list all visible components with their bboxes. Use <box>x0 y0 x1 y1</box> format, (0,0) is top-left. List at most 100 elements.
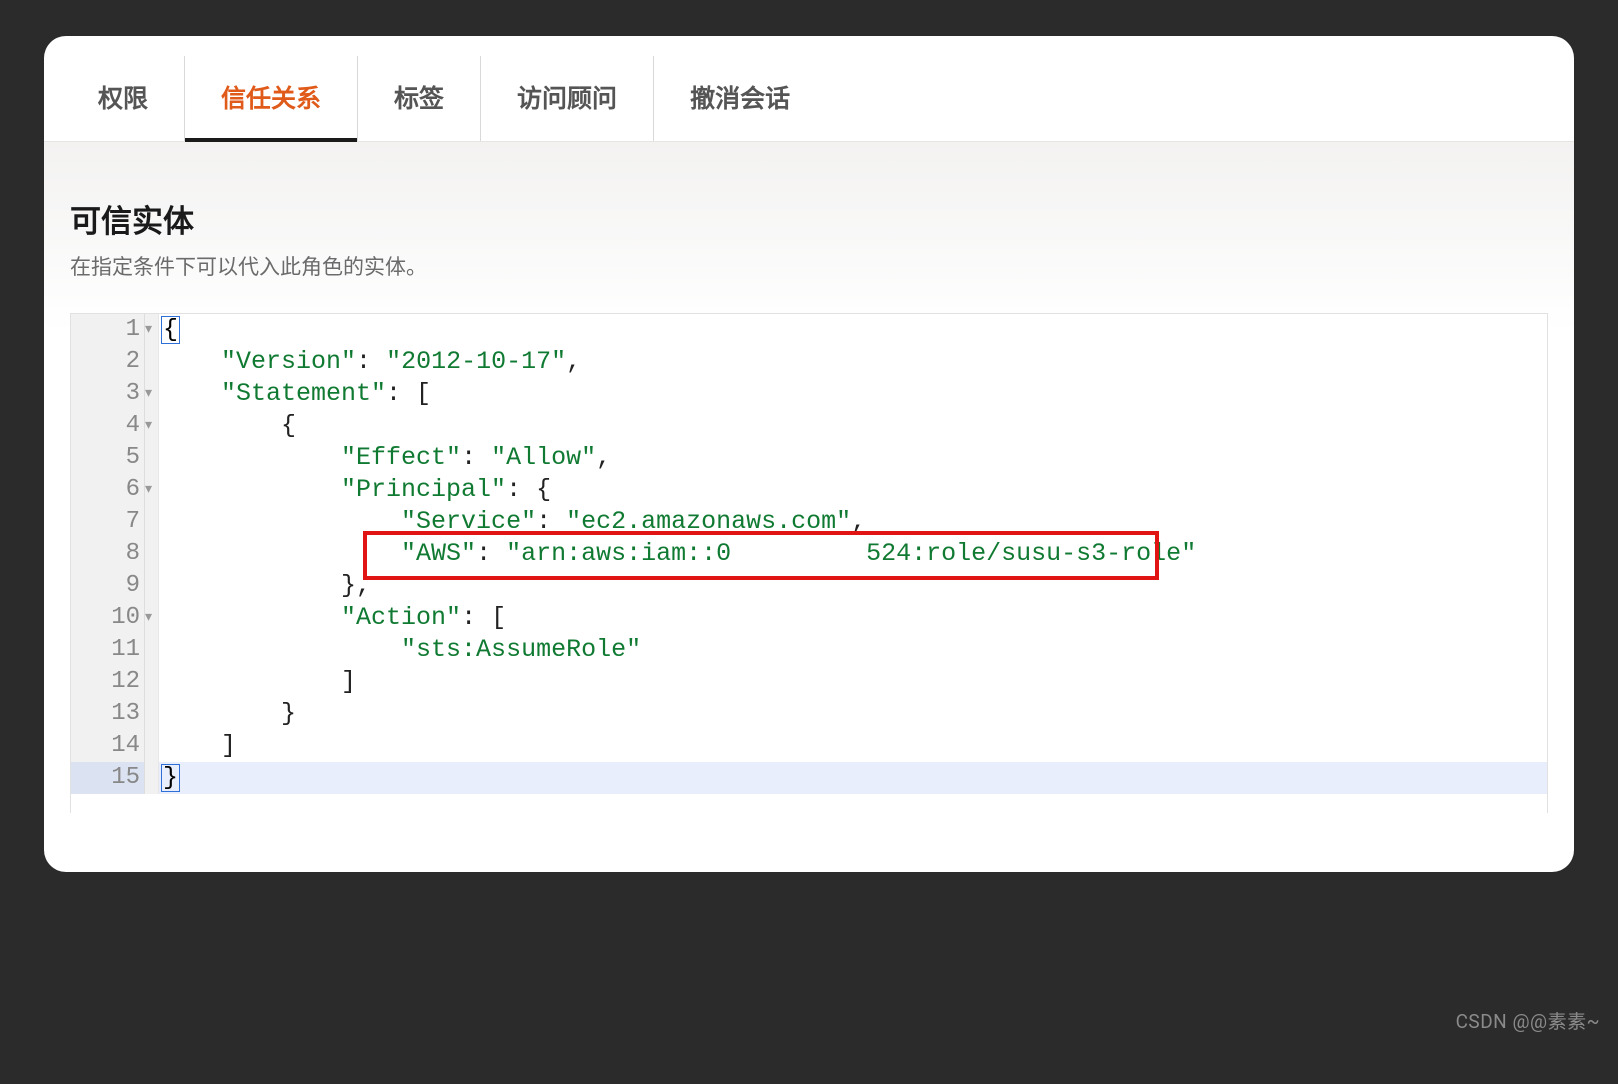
fold-toggle-icon[interactable]: ▾ <box>145 410 159 442</box>
json-punct: : <box>356 347 386 376</box>
line-number: 15 <box>71 762 145 794</box>
json-punct: ] <box>341 667 356 696</box>
code-line[interactable]: 2 "Version": "2012-10-17", <box>71 346 1547 378</box>
json-string: "arn:aws:iam::0 524:role/susu-s3-role" <box>506 539 1196 568</box>
json-punct: : [ <box>461 603 506 632</box>
section-title: 可信实体 <box>70 196 1548 241</box>
json-punct: , <box>851 507 866 536</box>
json-punct: : [ <box>386 379 431 408</box>
line-number: 13 <box>71 698 145 730</box>
content-area: 可信实体 在指定条件下可以代入此角色的实体。 1▾{2 "Version": "… <box>44 142 1574 813</box>
bracket-cursor: { <box>161 316 180 344</box>
json-punct: : <box>536 507 566 536</box>
code-content[interactable]: { <box>159 314 1547 346</box>
code-line[interactable]: 10▾ "Action": [ <box>71 602 1547 634</box>
fold-toggle-icon[interactable]: ▾ <box>145 474 159 506</box>
code-content[interactable]: "Effect": "Allow", <box>159 442 1547 474</box>
code-content[interactable]: ] <box>159 666 1547 698</box>
json-punct: : { <box>506 475 551 504</box>
code-content[interactable]: "Principal": { <box>159 474 1547 506</box>
json-punct: : <box>476 539 506 568</box>
fold-toggle-icon[interactable]: ▾ <box>145 314 159 346</box>
code-line[interactable]: 6▾ "Principal": { <box>71 474 1547 506</box>
code-line[interactable]: 13 } <box>71 698 1547 730</box>
code-content[interactable]: "Version": "2012-10-17", <box>159 346 1547 378</box>
code-content[interactable]: } <box>159 698 1547 730</box>
line-number: 12 <box>71 666 145 698</box>
section-subtitle: 在指定条件下可以代入此角色的实体。 <box>70 251 1548 281</box>
json-punct: , <box>596 443 611 472</box>
watermark-text: CSDN @@素素~ <box>1456 1007 1600 1034</box>
code-line[interactable]: 7 "Service": "ec2.amazonaws.com", <box>71 506 1547 538</box>
code-content[interactable]: ] <box>159 730 1547 762</box>
fold-toggle-icon[interactable]: ▾ <box>145 602 159 634</box>
json-key: "Action" <box>341 603 461 632</box>
line-number: 2 <box>71 346 145 378</box>
code-line[interactable]: 3▾ "Statement": [ <box>71 378 1547 410</box>
code-line[interactable]: 11 "sts:AssumeRole" <box>71 634 1547 666</box>
code-content[interactable]: "Service": "ec2.amazonaws.com", <box>159 506 1547 538</box>
json-key: "Version" <box>221 347 356 376</box>
tab-trust-relationships[interactable]: 信任关系 <box>185 56 358 141</box>
fold-toggle-icon <box>145 634 159 666</box>
line-number: 11 <box>71 634 145 666</box>
bracket-cursor: } <box>161 764 180 792</box>
line-number: 6 <box>71 474 145 506</box>
json-key: "Statement" <box>221 379 386 408</box>
line-number: 1 <box>71 314 145 346</box>
json-string: "sts:AssumeRole" <box>401 635 641 664</box>
fold-toggle-icon <box>145 442 159 474</box>
json-punct: , <box>566 347 581 376</box>
json-key: "AWS" <box>401 539 476 568</box>
json-key: "Service" <box>401 507 536 536</box>
line-number: 3 <box>71 378 145 410</box>
fold-toggle-icon <box>145 570 159 602</box>
code-line[interactable]: 8 "AWS": "arn:aws:iam::0 524:role/susu-s… <box>71 538 1547 570</box>
fold-toggle-icon <box>145 538 159 570</box>
code-content[interactable]: }, <box>159 570 1547 602</box>
fold-toggle-icon[interactable]: ▾ <box>145 378 159 410</box>
fold-toggle-icon <box>145 666 159 698</box>
json-punct: { <box>281 411 296 440</box>
fold-toggle-icon <box>145 698 159 730</box>
policy-json-editor[interactable]: 1▾{2 "Version": "2012-10-17",3▾ "Stateme… <box>70 313 1548 813</box>
code-content[interactable]: } <box>159 762 1547 794</box>
code-line[interactable]: 9 }, <box>71 570 1547 602</box>
code-line[interactable]: 5 "Effect": "Allow", <box>71 442 1547 474</box>
json-punct: }, <box>341 571 371 600</box>
json-key: "Effect" <box>341 443 461 472</box>
tab-permissions[interactable]: 权限 <box>62 56 185 141</box>
code-line[interactable]: 4▾ { <box>71 410 1547 442</box>
tab-bar: 权限 信任关系 标签 访问顾问 撤消会话 <box>44 36 1574 142</box>
code-line[interactable]: 14 ] <box>71 730 1547 762</box>
code-line[interactable]: 12 ] <box>71 666 1547 698</box>
code-content[interactable]: "AWS": "arn:aws:iam::0 524:role/susu-s3-… <box>159 538 1547 570</box>
tab-tags[interactable]: 标签 <box>358 56 481 141</box>
code-line[interactable]: 1▾{ <box>71 314 1547 346</box>
json-punct: ] <box>221 731 236 760</box>
tab-access-advisor[interactable]: 访问顾问 <box>481 56 654 141</box>
json-key: "Principal" <box>341 475 506 504</box>
line-number: 4 <box>71 410 145 442</box>
code-content[interactable]: "Action": [ <box>159 602 1547 634</box>
code-line[interactable]: 15} <box>71 762 1547 794</box>
line-number: 5 <box>71 442 145 474</box>
json-string: "Allow" <box>491 443 596 472</box>
line-number: 7 <box>71 506 145 538</box>
fold-toggle-icon <box>145 730 159 762</box>
fold-toggle-icon <box>145 346 159 378</box>
json-punct: } <box>281 699 296 728</box>
line-number: 14 <box>71 730 145 762</box>
json-string: "2012-10-17" <box>386 347 566 376</box>
panel-card: 权限 信任关系 标签 访问顾问 撤消会话 可信实体 在指定条件下可以代入此角色的… <box>44 36 1574 872</box>
code-content[interactable]: "sts:AssumeRole" <box>159 634 1547 666</box>
json-punct: : <box>461 443 491 472</box>
line-number: 9 <box>71 570 145 602</box>
code-content[interactable]: "Statement": [ <box>159 378 1547 410</box>
code-content[interactable]: { <box>159 410 1547 442</box>
tab-revoke-sessions[interactable]: 撤消会话 <box>654 56 826 141</box>
fold-toggle-icon <box>145 506 159 538</box>
fold-toggle-icon <box>145 762 159 794</box>
line-number: 10 <box>71 602 145 634</box>
line-number: 8 <box>71 538 145 570</box>
